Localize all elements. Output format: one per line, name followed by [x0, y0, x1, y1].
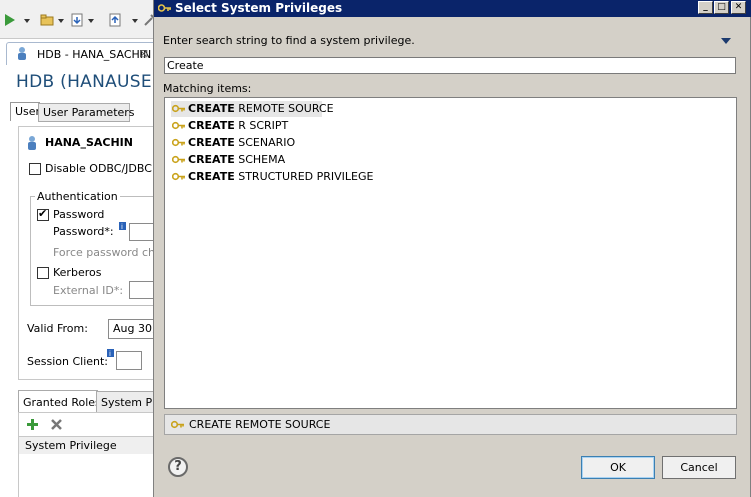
matching-items-list[interactable]: CREATE REMOTE SOURCE CREATE R SCRIPT CRE… — [164, 97, 737, 409]
privilege-tabs: Granted Roles System Pri — [18, 390, 153, 413]
open-folder-icon[interactable] — [40, 13, 54, 27]
page-title: HDB (HANAUSE — [16, 72, 152, 92]
kerberos-label: Kerberos — [53, 266, 102, 279]
list-item-keyword: CREATE — [188, 102, 235, 115]
list-item[interactable]: CREATE REMOTE SOURCE — [171, 101, 334, 117]
session-client-label: Session Client: — [27, 355, 109, 368]
maximize-button[interactable]: □ — [714, 1, 729, 14]
svg-text:i: i — [121, 223, 123, 230]
column-header-system-privilege: System Privilege — [25, 439, 117, 452]
disable-odbc-checkbox[interactable] — [29, 163, 41, 175]
key-icon — [172, 138, 185, 147]
list-item-label: CREATE REMOTE SOURCE — [188, 102, 334, 115]
kerberos-checkbox[interactable] — [37, 267, 49, 279]
selection-status-bar: CREATE REMOTE SOURCE — [164, 414, 737, 435]
list-item-keyword: CREATE — [188, 119, 235, 132]
list-item-rest: STRUCTURED PRIVILEGE — [234, 170, 374, 183]
select-system-privileges-dialog: Select System Privileges _ □ ✕ Enter sea… — [153, 0, 751, 497]
dialog-title: Select System Privileges — [175, 1, 343, 15]
user-name: HANA_SACHIN — [45, 136, 133, 149]
selected-item-text: CREATE REMOTE SOURCE — [189, 418, 331, 431]
password-field-label: Password*: — [53, 225, 114, 238]
privilege-table-body — [18, 454, 153, 497]
svg-text:i: i — [109, 350, 111, 357]
ok-button[interactable]: OK — [581, 456, 655, 479]
key-icon — [172, 104, 185, 113]
tab-system-privileges-label: System Pri — [101, 396, 153, 409]
tab-user-label: User — [15, 105, 41, 118]
valid-from-label: Valid From: — [27, 322, 88, 335]
navigate-up-icon[interactable] — [108, 13, 122, 27]
dropdown-arrow-icon[interactable] — [58, 19, 64, 23]
key-icon — [172, 155, 185, 164]
close-button[interactable]: ✕ — [731, 1, 746, 14]
force-password-label: Force password cha — [53, 246, 153, 259]
dropdown-arrow-icon[interactable] — [88, 19, 94, 23]
session-client-field[interactable] — [116, 351, 142, 370]
list-item-rest: REMOTE SOURCE — [234, 102, 334, 115]
key-icon — [172, 172, 185, 181]
database-user-icon — [18, 47, 26, 60]
list-item-rest: SCHEMA — [234, 153, 286, 166]
table-header: System Privilege — [18, 436, 153, 456]
info-icon: i — [107, 349, 114, 357]
key-icon — [172, 121, 185, 130]
list-item-label: CREATE SCHEMA — [188, 153, 285, 166]
authentication-label: Authentication — [35, 190, 120, 203]
background-editor: HDB - HANA_SACHIN ⊠ HDB (HANAUSE User Us… — [0, 0, 153, 497]
editor-tab-label: HDB - HANA_SACHIN — [37, 48, 152, 61]
disable-odbc-label: Disable ODBC/JDBC a — [45, 162, 153, 175]
list-item-keyword: CREATE — [188, 170, 235, 183]
instruction-text: Enter search string to find a system pri… — [163, 34, 415, 47]
add-icon[interactable] — [26, 418, 39, 431]
key-icon — [171, 420, 184, 429]
list-item-label: CREATE SCENARIO — [188, 136, 295, 149]
matching-items-label: Matching items: — [163, 82, 252, 95]
tab-user-parameters[interactable]: User Parameters — [38, 103, 135, 122]
list-item-label: CREATE STRUCTURED PRIVILEGE — [188, 170, 373, 183]
user-icon — [28, 136, 36, 150]
external-id-field[interactable] — [129, 281, 153, 299]
search-input[interactable] — [164, 57, 736, 74]
list-item-label: CREATE R SCRIPT — [188, 119, 288, 132]
external-id-label: External ID*: — [53, 284, 124, 297]
list-item-keyword: CREATE — [188, 153, 235, 166]
authentication-group: Authentication Password Password*: i For… — [30, 190, 153, 306]
menu-arrow-icon[interactable] — [721, 38, 731, 44]
password-field[interactable] — [129, 223, 153, 241]
dropdown-arrow-icon[interactable] — [24, 19, 30, 23]
info-icon: i — [119, 222, 126, 230]
tab-granted-roles-label: Granted Roles — [23, 396, 101, 409]
main-toolbar — [0, 0, 153, 39]
navigate-down-icon[interactable] — [70, 13, 84, 27]
list-item-rest: R SCRIPT — [234, 119, 289, 132]
cancel-button[interactable]: Cancel — [662, 456, 736, 479]
dropdown-arrow-icon[interactable] — [132, 19, 138, 23]
help-icon[interactable]: ? — [168, 457, 188, 477]
valid-from-field[interactable]: Aug 30, — [108, 319, 153, 339]
editor-tab[interactable]: HDB - HANA_SACHIN ⊠ — [6, 42, 153, 65]
privilege-toolbar — [18, 412, 153, 437]
close-icon[interactable]: ⊠ — [139, 47, 148, 60]
list-item-rest: SCENARIO — [234, 136, 296, 149]
valid-from-value: Aug 30, — [113, 322, 153, 335]
run-icon[interactable] — [3, 13, 17, 27]
password-label: Password — [53, 208, 105, 221]
delete-icon[interactable] — [50, 418, 63, 431]
dialog-titlebar[interactable]: Select System Privileges _ □ ✕ — [154, 0, 751, 17]
tool-icon[interactable] — [143, 13, 153, 27]
minimize-button[interactable]: _ — [698, 1, 713, 14]
key-icon — [158, 4, 171, 12]
tab-system-privileges[interactable]: System Pri — [96, 391, 153, 413]
list-item-keyword: CREATE — [188, 136, 235, 149]
password-checkbox[interactable] — [37, 207, 49, 221]
tab-granted-roles[interactable]: Granted Roles — [18, 390, 101, 412]
tab-user-parameters-label: User Parameters — [43, 106, 135, 119]
tab-user[interactable]: User — [10, 102, 40, 121]
